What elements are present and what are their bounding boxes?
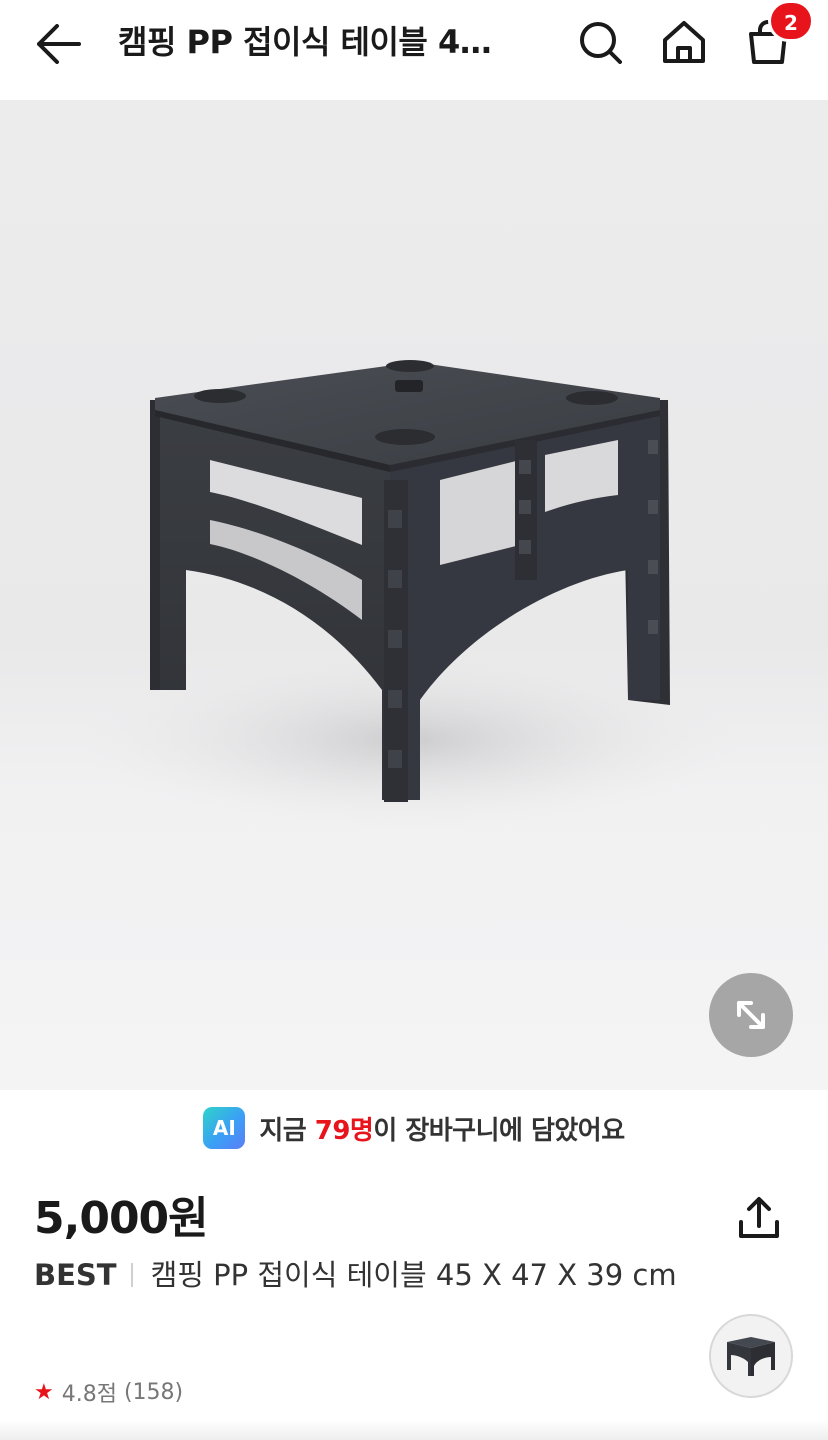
expand-icon [737,1001,765,1029]
rating-score: 4.8점 [61,1382,117,1407]
ai-notice-prefix: 지금 [259,1115,315,1146]
ai-badge: AI [203,1107,246,1149]
table-thumbnail-icon [727,1337,775,1376]
product-name-block: BEST 캠핑 PP 접이식 테이블 45 X 47 X 39 cm [34,1252,694,1298]
top-app-bar: 캠핑 PP 접이식 테이블 4… 2 [0,0,828,100]
home-button[interactable] [658,16,710,68]
product-image [80,360,740,830]
product-rating[interactable]: ★ 4.8점 (158) [34,1376,183,1408]
page-title: 캠핑 PP 접이식 테이블 4… [118,23,492,61]
share-button[interactable] [733,1192,785,1244]
product-name: 캠핑 PP 접이식 테이블 45 X 47 X 39 cm [150,1258,677,1292]
search-button[interactable] [574,16,626,68]
ai-notice-suffix: 이 장바구니에 담았어요 [373,1115,625,1146]
ai-notice-text: 지금 79명이 장바구니에 담았어요 [259,1110,625,1147]
bottom-fade [0,1420,828,1440]
home-icon [663,21,705,63]
divider [130,1263,133,1287]
expand-image-button[interactable] [709,973,793,1057]
back-arrow-icon [37,24,81,64]
share-icon [739,1197,779,1238]
cart-count-badge: 2 [768,0,814,42]
ai-cart-notice: AI 지금 79명이 장바구니에 담았어요 [0,1090,828,1166]
best-tag[interactable]: BEST [34,1258,117,1292]
ai-notice-count: 79명 [314,1115,374,1146]
back-button[interactable] [30,18,86,70]
review-count: (158) [123,1379,184,1405]
search-icon [580,22,622,64]
star-icon: ★ [34,1379,54,1405]
product-image-gallery[interactable] [0,100,828,1090]
product-thumbnail-button[interactable] [709,1314,793,1398]
product-price: 5,000원 [34,1193,209,1244]
